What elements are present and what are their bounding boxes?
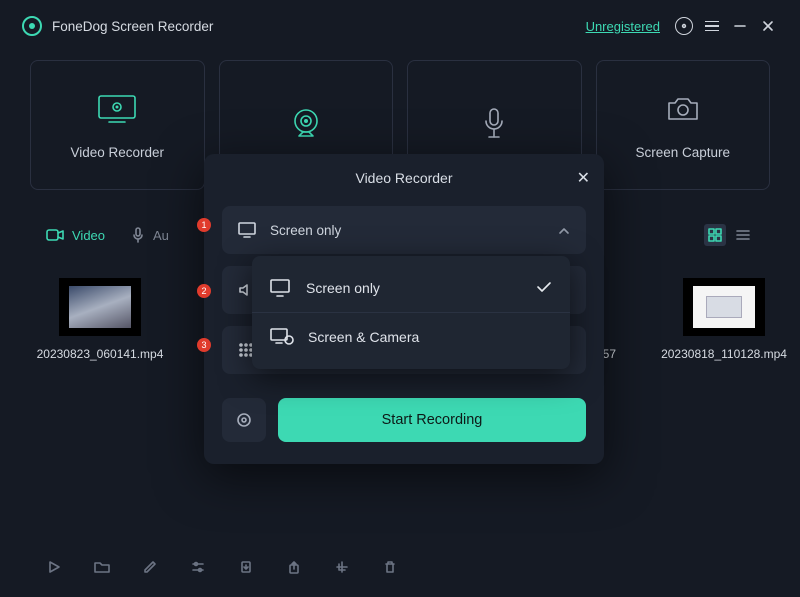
mode-label: Screen Capture: [635, 145, 730, 160]
tab-video[interactable]: Video: [46, 228, 105, 243]
trash-icon[interactable]: [378, 555, 402, 579]
tab-label: Video: [72, 228, 105, 243]
step-badge-1: 1: [197, 218, 211, 232]
mic-small-icon: [131, 227, 145, 243]
close-button[interactable]: [754, 12, 782, 40]
webcam-icon: [284, 107, 328, 143]
step-badge-3: 3: [197, 338, 211, 352]
option-label: Screen only: [306, 280, 380, 296]
file-name: 20230823_060141.mp4: [37, 346, 164, 363]
camera-icon: [661, 91, 705, 127]
option-screen-camera[interactable]: Screen & Camera: [252, 313, 570, 361]
title-bar: FoneDog Screen Recorder Unregistered: [0, 0, 800, 52]
mode-video-recorder[interactable]: Video Recorder: [30, 60, 205, 190]
modal-title: Video Recorder: [355, 170, 452, 186]
option-label: Screen & Camera: [308, 329, 419, 345]
display-mode-dropdown: Screen only Screen & Camera: [252, 256, 570, 369]
gear-icon: [235, 411, 253, 429]
monitor-camera-icon: [270, 328, 294, 346]
grid-view-button[interactable]: [704, 224, 726, 246]
app-title: FoneDog Screen Recorder: [52, 19, 213, 34]
monitor-small-icon: [270, 279, 292, 297]
modal-header: Video Recorder ✕: [204, 154, 604, 202]
mode-screen-capture[interactable]: Screen Capture: [596, 60, 771, 190]
unregistered-link[interactable]: Unregistered: [586, 19, 660, 34]
close-icon[interactable]: ✕: [577, 168, 590, 188]
chevron-up-icon: [558, 223, 570, 238]
start-recording-button[interactable]: Start Recording: [278, 398, 586, 442]
record-settings-button[interactable]: [222, 398, 266, 442]
thumbnail: [59, 278, 141, 336]
list-item[interactable]: 20230823_060141.mp4: [40, 278, 160, 380]
microphone-icon: [472, 107, 516, 143]
monitor-small-icon: [238, 222, 258, 238]
folder-icon[interactable]: [90, 555, 114, 579]
tab-label: Au: [153, 228, 169, 243]
share-icon[interactable]: [282, 555, 306, 579]
video-recorder-modal: Video Recorder ✕ 1 2 3 Screen only Scree…: [204, 154, 604, 464]
bottom-toolbar: [42, 555, 402, 579]
tab-audio[interactable]: Au: [131, 227, 169, 243]
selector-label: Screen only: [270, 223, 341, 238]
mode-label: Video Recorder: [70, 145, 164, 160]
thumbnail: [683, 278, 765, 336]
display-mode-selector[interactable]: Screen only: [222, 206, 586, 254]
monitor-icon: [95, 91, 139, 127]
menu-icon[interactable]: [698, 12, 726, 40]
list-item[interactable]: 20230818_110128.mp4: [664, 278, 784, 380]
view-toggle: [704, 224, 754, 246]
check-icon: [536, 280, 552, 296]
file-name: 20230818_110128.mp4: [661, 346, 787, 363]
edit-icon[interactable]: [138, 555, 162, 579]
sliders-icon[interactable]: [186, 555, 210, 579]
download-icon[interactable]: [234, 555, 258, 579]
start-button-label: Start Recording: [382, 412, 483, 428]
list-view-button[interactable]: [732, 224, 754, 246]
step-badge-2: 2: [197, 284, 211, 298]
play-icon[interactable]: [42, 555, 66, 579]
app-logo-icon: [22, 16, 42, 36]
crop-icon[interactable]: [330, 555, 354, 579]
settings-icon[interactable]: [670, 12, 698, 40]
video-icon: [46, 228, 64, 242]
minimize-button[interactable]: [726, 12, 754, 40]
option-screen-only[interactable]: Screen only: [252, 264, 570, 312]
